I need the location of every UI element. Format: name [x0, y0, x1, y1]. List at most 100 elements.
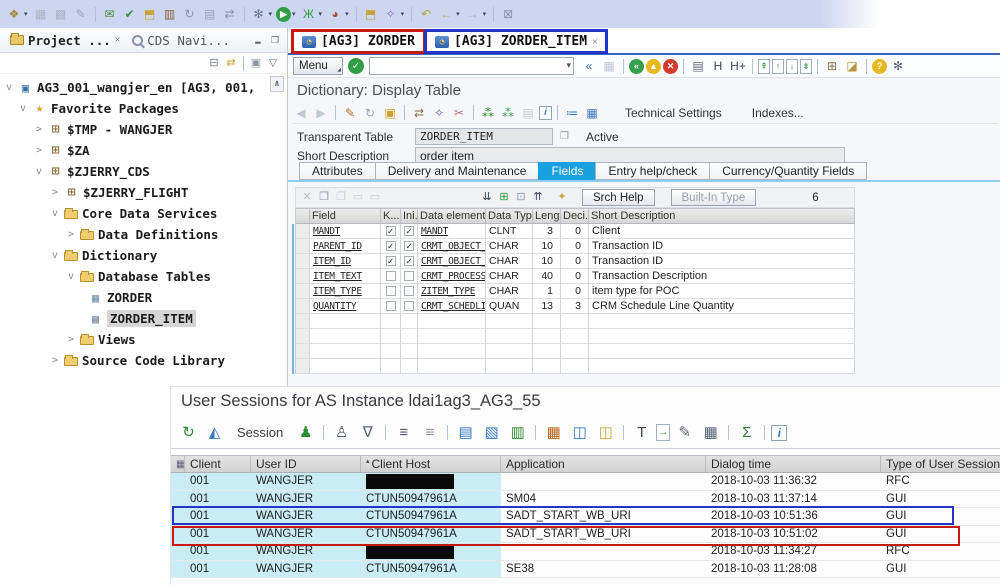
key-checkbox[interactable] [386, 301, 396, 311]
open-object-icon[interactable]: ⬒ [362, 5, 380, 23]
display-change-icon[interactable]: ✎ [341, 104, 359, 122]
layout-icon[interactable] [171, 455, 185, 473]
find-session-icon[interactable]: ♙ [330, 422, 353, 443]
transport-icon[interactable]: ⇄ [410, 104, 428, 122]
log-icon[interactable]: ✎ [673, 422, 696, 443]
last-page-icon[interactable]: ⇟ [800, 59, 812, 74]
session-menu-button[interactable]: Session [237, 425, 283, 440]
abap-doc-icon[interactable]: ▥ [161, 5, 179, 23]
back-icon-dropdown[interactable]: ▾ [456, 10, 460, 18]
cancel-icon[interactable]: ✕ [663, 59, 678, 74]
data-element-link[interactable]: ZITEM_TYPE [418, 284, 486, 299]
doc-icon[interactable]: ▤ [519, 104, 537, 122]
field-row-item-id[interactable]: ITEM_ID CRMT_OBJECT_ID_ CHAR 10 0 Transa… [296, 254, 855, 269]
data-element-link[interactable]: CRMT_OBJECT_ID_ [418, 239, 486, 254]
expand-caret[interactable]: > [50, 187, 60, 198]
session-row[interactable]: 001 WANGJER CTUN50947961A SE38 2018-10-0… [171, 561, 1000, 579]
refresh-icon[interactable]: ↻ [181, 5, 199, 23]
row-selector[interactable] [296, 269, 310, 284]
focus-icon[interactable]: ▣ [248, 55, 264, 71]
col-user-id[interactable]: User ID [251, 455, 361, 473]
data-element-link[interactable]: CRMT_PROCESS_DE_ [418, 269, 486, 284]
profile-icon-dropdown[interactable]: ▾ [345, 10, 349, 18]
editor-tab-zorder-item[interactable]: [AG3] ZORDER_ITEM ✕ [424, 29, 608, 54]
insert-row-icon[interactable]: ⊞ [496, 190, 512, 206]
col-decimals[interactable]: Deci... [561, 208, 589, 224]
edit-icon[interactable]: ✎ [72, 5, 90, 23]
sort-hierarchy-icon[interactable]: ⁂ [499, 104, 517, 122]
tree-item-dictionary[interactable]: v Dictionary [0, 245, 287, 266]
chart-icon[interactable]: ◭ [203, 422, 226, 443]
selector-header[interactable] [296, 208, 310, 224]
tree-item-zjerry-flight[interactable]: > $ZJERRY_FLIGHT [0, 182, 287, 203]
sort-filter-icon[interactable]: T [630, 422, 653, 443]
tab-fields[interactable]: Fields [538, 162, 595, 180]
session-row-highlight-red[interactable]: 001 WANGJER CTUN50947961A SADT_START_WB_… [171, 526, 1000, 544]
editor-tab-zorder[interactable]: [AG3] ZORDER [291, 29, 426, 54]
shortcut-icon[interactable]: ◪ [843, 57, 861, 75]
wand-icon[interactable]: ✧ [430, 104, 448, 122]
maximize-icon[interactable] [269, 35, 281, 46]
field-link[interactable]: ITEM_TEXT [310, 269, 381, 284]
filter-icon[interactable]: ∇ [356, 422, 379, 443]
field-link[interactable]: QUANTITY [310, 299, 381, 314]
package-icon[interactable]: ⬒ [141, 5, 159, 23]
expand-caret[interactable]: > [34, 145, 44, 156]
tab-cds-navigator[interactable]: CDS Navi... [126, 28, 236, 53]
sort-descending-icon[interactable]: ≡ [418, 422, 441, 443]
index-icon[interactable]: ≔ [563, 104, 581, 122]
forward-icon-dropdown[interactable]: ▾ [483, 10, 487, 18]
change-layout-icon[interactable]: ◫ [568, 422, 591, 443]
activate-icon[interactable]: ✉ [101, 5, 119, 23]
data-element-link[interactable]: CRMT_OBJECT_ID_ [418, 254, 486, 269]
ini-checkbox[interactable] [404, 301, 414, 311]
expand-caret[interactable]: > [34, 124, 44, 135]
row-selector[interactable] [296, 284, 310, 299]
prev-edit-icon[interactable]: ↶ [417, 5, 435, 23]
session-row-highlight-blue[interactable]: 001 WANGJER CTUN50947961A SADT_START_WB_… [171, 508, 1000, 526]
field-row-item-text[interactable]: ITEM_TEXT CRMT_PROCESS_DE_ CHAR 40 0 Tra… [296, 269, 855, 284]
table-name-field[interactable]: ZORDER_ITEM [415, 128, 553, 145]
row-selector[interactable] [296, 224, 310, 239]
new-wizard-icon[interactable]: ❖ [5, 5, 23, 23]
data-element-link[interactable]: MANDT [418, 224, 486, 239]
tree-item-za[interactable]: > $ZA [0, 140, 287, 161]
delete-line-icon[interactable]: ▭ [367, 190, 383, 206]
key-icon[interactable]: ✦ [554, 190, 570, 206]
details-icon[interactable]: ▤ [454, 422, 477, 443]
session-row[interactable]: 001 WANGJER CTUN50947961A SM04 2018-10-0… [171, 491, 1000, 509]
col-dialog-time[interactable]: Dialog time [706, 455, 881, 473]
sort-ascending-icon[interactable]: ≡ [392, 422, 415, 443]
key-checkbox-cell[interactable] [381, 224, 401, 239]
expand-caret[interactable]: v [66, 271, 76, 282]
technical-settings-button[interactable]: Technical Settings [619, 105, 728, 121]
row-selector[interactable] [296, 239, 310, 254]
refresh-icon[interactable]: ↻ [361, 104, 379, 122]
user-icon[interactable]: ♟ [294, 422, 317, 443]
key-checkbox-cell[interactable] [381, 239, 401, 254]
find-next-icon[interactable]: H+ [729, 57, 747, 75]
view-menu-icon[interactable]: ▽ [265, 55, 281, 71]
tree-item-database-tables[interactable]: v Database Tables [0, 266, 287, 287]
link-editor-icon[interactable]: ⇄ [223, 55, 239, 71]
col-length[interactable]: Length [533, 208, 561, 224]
expand-caret[interactable]: v [50, 250, 60, 261]
save-icon[interactable]: ▦ [32, 5, 50, 23]
help-icon[interactable]: ? [872, 59, 887, 74]
key-checkbox[interactable] [386, 241, 396, 251]
table-icon[interactable]: ▦ [583, 104, 601, 122]
tree-item-source-code-library[interactable]: > Source Code Library [0, 350, 287, 371]
back-icon[interactable]: ← [437, 5, 455, 23]
close-icon[interactable]: ✕ [592, 37, 597, 47]
next-page-icon[interactable]: ↓ [786, 59, 798, 74]
tree-item-tmp-wangjer[interactable]: > $TMP - WANGJER [0, 119, 287, 140]
menu-button[interactable]: Menu [293, 57, 343, 75]
info-icon[interactable]: i [771, 425, 787, 441]
hierarchy-icon[interactable]: ⁂ [479, 104, 497, 122]
select-block-icon[interactable]: ⊡ [513, 190, 529, 206]
back-icon[interactable]: ◀ [292, 104, 310, 122]
close-icon[interactable]: ✕ [115, 35, 120, 45]
field-link[interactable]: ITEM_TYPE [310, 284, 381, 299]
tab-entry-help-check[interactable]: Entry help/check [595, 162, 709, 180]
session-row[interactable]: 001 WANGJER 2018-10-03 11:34:27 RFC [171, 543, 1000, 561]
